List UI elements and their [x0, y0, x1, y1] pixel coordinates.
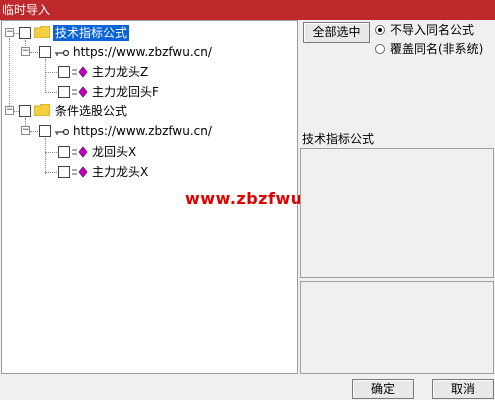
collapse-toggle-icon[interactable]: −	[21, 47, 30, 56]
folder-icon	[34, 26, 50, 38]
tree-connector	[45, 138, 46, 174]
item-checkbox[interactable]	[58, 146, 70, 158]
tree-node-root2[interactable]: 条件选股公式	[55, 103, 127, 119]
ok-button[interactable]: 确定	[352, 379, 414, 399]
tree-connector	[45, 172, 57, 173]
folder-icon	[34, 104, 50, 116]
radio-skip-same-name[interactable]: 不导入同名公式	[375, 22, 474, 38]
formula-diamond-icon	[72, 166, 88, 178]
detail-description-box	[300, 148, 494, 278]
item-checkbox[interactable]	[58, 166, 70, 178]
root1-url-checkbox[interactable]	[39, 46, 51, 58]
root2-url-checkbox[interactable]	[39, 125, 51, 137]
tree-node-url[interactable]: https://www.zbzfwu.cn/	[73, 44, 212, 60]
tree-item[interactable]: 主力龙回头F	[92, 84, 159, 100]
item-checkbox[interactable]	[58, 66, 70, 78]
tree-node-root1[interactable]: 技术指标公式	[53, 25, 130, 41]
tree-connector	[45, 59, 46, 93]
tree-connector	[45, 92, 57, 93]
tree-connector	[45, 72, 57, 73]
radio-skip-label: 不导入同名公式	[390, 23, 475, 37]
radio-overwrite-same-name[interactable]: 覆盖同名(非系统)	[375, 41, 483, 57]
collapse-toggle-icon[interactable]: −	[21, 126, 30, 135]
detail-extra-box	[300, 281, 494, 374]
collapse-toggle-icon[interactable]: −	[5, 106, 14, 115]
radio-checked-icon[interactable]	[375, 25, 385, 35]
cancel-button[interactable]: 取消	[432, 379, 494, 399]
tree-connector	[45, 152, 57, 153]
root1-checkbox[interactable]	[19, 27, 31, 39]
radio-overwrite-label: 覆盖同名(非系统)	[390, 42, 484, 56]
tree-item[interactable]: 主力龙头Z	[92, 64, 148, 80]
root2-checkbox[interactable]	[19, 105, 31, 117]
radio-unchecked-icon[interactable]	[375, 44, 385, 54]
key-icon	[55, 128, 69, 136]
tree-connector	[9, 38, 10, 112]
tree-item[interactable]: 主力龙头X	[92, 164, 148, 180]
tree-item[interactable]: 龙回头X	[92, 144, 136, 160]
formula-diamond-icon	[72, 66, 88, 78]
item-checkbox[interactable]	[58, 86, 70, 98]
formula-diamond-icon	[72, 146, 88, 158]
tree-node-url[interactable]: https://www.zbzfwu.cn/	[73, 123, 212, 139]
detail-title: 技术指标公式	[302, 132, 375, 146]
collapse-toggle-icon[interactable]: −	[5, 28, 14, 37]
formula-diamond-icon	[72, 86, 88, 98]
key-icon	[55, 49, 69, 57]
window-title: 临时导入	[0, 0, 495, 20]
select-all-button[interactable]: 全部选中	[303, 22, 370, 43]
